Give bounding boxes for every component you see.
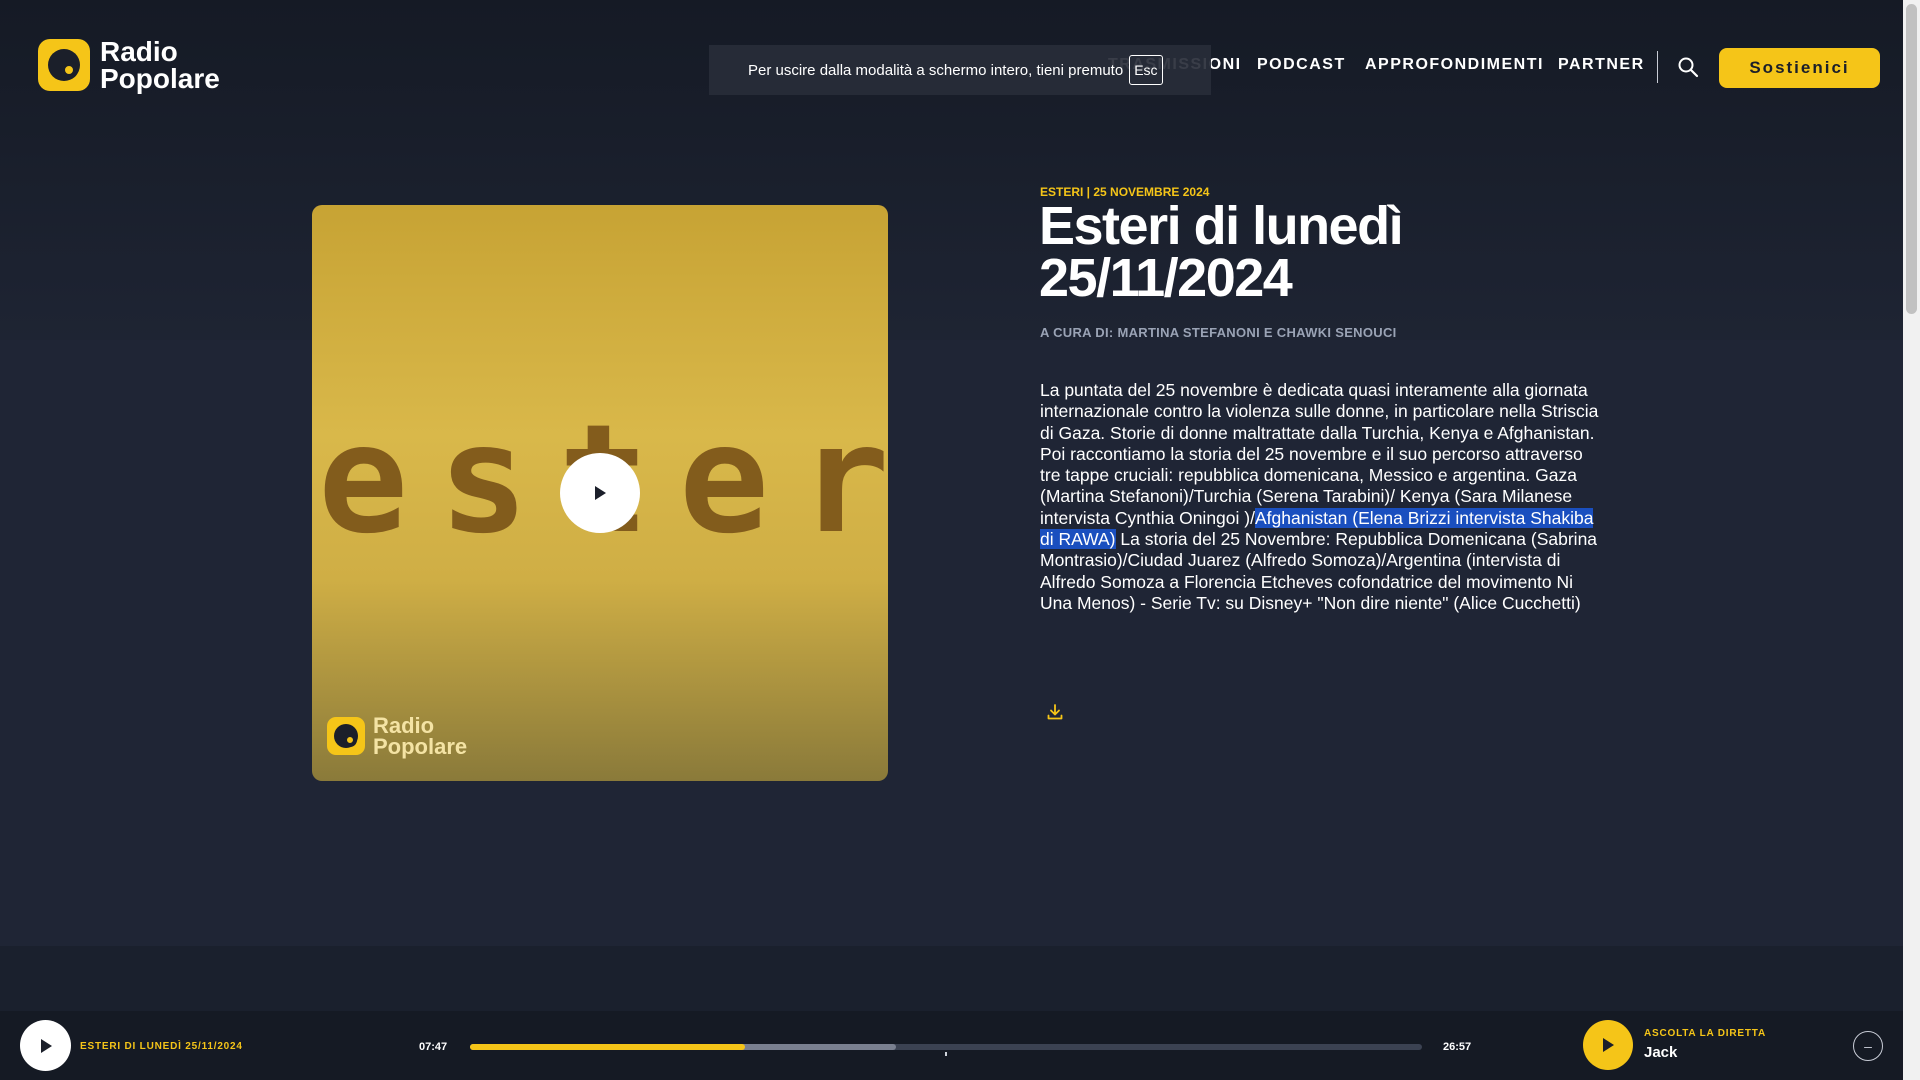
player-play-button[interactable] — [20, 1020, 71, 1071]
cover-logo: Radio Popolare — [327, 713, 468, 759]
seek-hover-marker — [945, 1052, 947, 1056]
content-band — [0, 340, 1903, 946]
player-progress — [470, 1044, 746, 1050]
logo-line1: Radio — [100, 36, 178, 67]
live-program-name: Jack — [1644, 1044, 1678, 1061]
article-description: La puntata del 25 novembre è dedicata qu… — [1040, 380, 1605, 614]
logo-mark-icon — [38, 39, 90, 91]
cover-play-button[interactable] — [560, 453, 640, 533]
live-label: ASCOLTA LA DIRETTA — [1644, 1028, 1766, 1039]
scrollbar-thumb[interactable] — [1906, 4, 1917, 314]
live-play-button[interactable] — [1583, 1020, 1633, 1070]
site-logo[interactable]: Radio Popolare — [38, 36, 220, 94]
player-duration: 26:57 — [1443, 1041, 1472, 1053]
minus-icon[interactable]: – — [1853, 1031, 1883, 1061]
nav-divider — [1657, 51, 1658, 83]
search-icon[interactable] — [1677, 56, 1699, 78]
desc-text-before: La puntata del 25 novembre è dedicata qu… — [1040, 380, 1599, 528]
player-elapsed-time: 07:47 — [419, 1041, 448, 1053]
article-byline: A CURA DI: MARTINA STEFANONI E CHAWKI SE… — [1040, 325, 1397, 340]
play-icon — [40, 1038, 52, 1053]
fullscreen-notice: Per uscire dalla modalità a schermo inte… — [709, 45, 1211, 95]
nav-item-podcast[interactable]: PODCAST — [1257, 56, 1346, 74]
play-icon — [595, 486, 606, 500]
play-icon — [1603, 1038, 1614, 1052]
desc-text-after: La storia del 25 Novembre: Repubblica Do… — [1040, 529, 1598, 613]
support-button[interactable]: Sostienici — [1719, 48, 1880, 88]
cover-logo-line1: Radio — [373, 713, 435, 738]
episode-cover: esteri Radio Popolare — [312, 205, 888, 781]
esc-key-hint: Esc — [1129, 55, 1163, 85]
fullscreen-notice-text: Per uscire dalla modalità a schermo inte… — [748, 61, 1124, 79]
player-episode-title[interactable]: ESTERI DI LUNEDÌ 25/11/2024 — [80, 1041, 243, 1052]
cover-logo-line2: Popolare — [373, 734, 468, 759]
download-icon[interactable] — [1045, 702, 1065, 722]
cover-logo-mark-icon — [327, 717, 365, 755]
nav-item-partner[interactable]: PARTNER — [1558, 56, 1645, 74]
article-title: Esteri di lunedì 25/11/2024 — [1039, 196, 1404, 308]
lower-band — [0, 946, 1903, 1011]
nav-item-approfondimenti[interactable]: APPROFONDIMENTI — [1365, 56, 1544, 74]
logo-line2: Popolare — [100, 63, 220, 94]
logo-text: Radio Popolare — [100, 36, 220, 94]
page-scrollbar[interactable] — [1903, 0, 1920, 1080]
player-seek-bar[interactable] — [470, 1044, 1422, 1056]
